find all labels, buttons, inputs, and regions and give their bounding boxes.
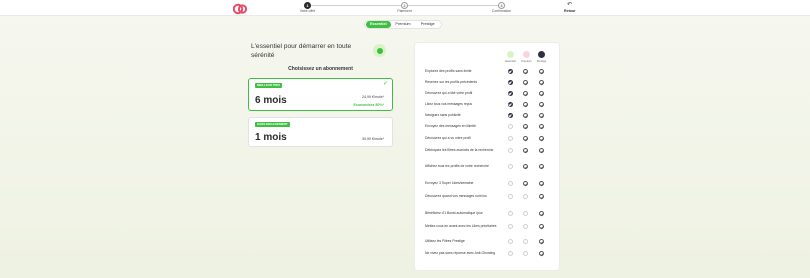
premium-unavailable-icon (523, 251, 528, 256)
plan-duration: 6 mois (255, 95, 287, 106)
plan-card-1-month[interactable]: SANS ENGAGEMENT 1 mois 39,99 €/mois* (248, 117, 393, 147)
essentiel-tier-icon (507, 51, 514, 58)
essentiel-check-icon (508, 69, 513, 74)
prestige-check-icon (539, 80, 544, 85)
prestige-check-icon (539, 124, 544, 129)
arrow-left-icon: ↶ (567, 2, 573, 8)
chat-bubble-icon (373, 44, 386, 57)
essentiel-unavailable-icon (508, 224, 513, 229)
feature-label: Envoyez 3 Super Likes/semaine (425, 181, 474, 185)
feature-label: Découvrez qui a liké votre profil (425, 91, 473, 95)
essentiel-unavailable-icon (508, 164, 513, 169)
premium-check-icon (523, 181, 528, 186)
prestige-tier-label: Prestige (536, 60, 547, 63)
premium-check-icon (523, 148, 528, 153)
plan-card-6-months[interactable]: MEILLEUR PRIX ✓ 6 mois 24,99 €/mois* Eco… (248, 78, 393, 111)
prestige-check-icon (539, 224, 544, 229)
essentiel-unavailable-icon (508, 239, 513, 244)
prestige-check-icon (539, 69, 544, 74)
tab-essentiel[interactable]: Essentiel (366, 21, 391, 28)
tab-premium[interactable]: Premium (391, 21, 416, 28)
step-connector (408, 5, 505, 6)
premium-tier-label: Premium (521, 60, 532, 63)
premium-unavailable-icon (523, 224, 528, 229)
prestige-check-icon (539, 194, 544, 199)
premium-tier-icon (523, 51, 530, 58)
prestige-check-icon (539, 251, 544, 256)
prestige-check-icon (539, 211, 544, 216)
brand-logo[interactable] (232, 2, 248, 15)
essentiel-unavailable-icon (508, 251, 513, 256)
step-2-indicator: 2 (401, 2, 408, 9)
feature-comparison-panel: Essentiel Premium Prestige Explorez des … (414, 42, 560, 271)
feature-label: Explorez des profils sans limite (425, 69, 472, 73)
feature-label: Naviguez sans publicité (425, 113, 461, 117)
feature-label: Utilisez les Filtres Prestige (425, 239, 465, 243)
plan-price: 39,99 €/mois* (362, 137, 384, 141)
prestige-check-icon (539, 136, 544, 141)
back-label: Retour (564, 9, 576, 13)
premium-check-icon (523, 113, 528, 118)
step-1-indicator: 1 (304, 2, 311, 9)
top-bar: 1 Votre offre 2 Paiement 3 Confirmation … (0, 0, 810, 16)
premium-unavailable-icon (523, 194, 528, 199)
plan-price: 24,99 €/mois* (362, 95, 384, 99)
checkout-steps: 1 Votre offre 2 Paiement 3 Confirmation (300, 2, 511, 14)
premium-unavailable-icon (523, 211, 528, 216)
prestige-check-icon (539, 102, 544, 107)
feature-label: Débloquez les filtres avancés de la rech… (425, 148, 494, 152)
prestige-check-icon (539, 91, 544, 96)
feature-label: Découvrez qui a vu votre profil (425, 136, 471, 140)
feature-label: Bénéficiez d'1 Boost automatique /jour (425, 211, 483, 215)
best-price-badge: MEILLEUR PRIX (255, 83, 283, 88)
essentiel-unavailable-icon (508, 211, 513, 216)
prestige-check-icon (539, 181, 544, 186)
essentiel-unavailable-icon (508, 136, 513, 141)
essentiel-tier-label: Essentiel (505, 60, 516, 63)
essentiel-unavailable-icon (508, 181, 513, 186)
step-3-label: Confirmation (491, 9, 512, 13)
prestige-check-icon (539, 113, 544, 118)
feature-label: Likez tous vos messages reçus (425, 102, 473, 106)
feature-label: Découvrez quand vos messages sont lus (425, 194, 487, 198)
plan-tabs: Essentiel Premium Prestige (364, 20, 442, 29)
essentiel-check-icon (508, 113, 513, 118)
premium-check-icon (523, 136, 528, 141)
premium-check-icon (523, 164, 528, 169)
checkmark-icon: ✓ (382, 81, 388, 87)
premium-check-icon (523, 80, 528, 85)
back-button[interactable]: ↶ Retour (563, 2, 577, 14)
essentiel-unavailable-icon (508, 194, 513, 199)
premium-check-icon (523, 69, 528, 74)
plan-savings: Economisez 50%* (353, 103, 384, 107)
step-connector (308, 5, 405, 6)
step-3-indicator: 3 (498, 2, 505, 9)
prestige-check-icon (539, 164, 544, 169)
essentiel-check-icon (508, 80, 513, 85)
step-1-label: Votre offre (299, 9, 316, 13)
feature-label: Revenez sur les profils précédents (425, 80, 478, 84)
premium-unavailable-icon (523, 239, 528, 244)
essentiel-unavailable-icon (508, 124, 513, 129)
tab-prestige[interactable]: Prestige (415, 21, 440, 28)
feature-label: Mettez-vous en avant avec les Likes prio… (425, 224, 497, 228)
premium-check-icon (523, 124, 528, 129)
step-2-label: Paiement (397, 9, 412, 13)
page-title: L'essentiel pour démarrer en toute sérén… (251, 43, 352, 59)
essentiel-check-icon (508, 91, 513, 96)
feature-label: Affichez tous les profils de votre reche… (425, 164, 489, 168)
essentiel-unavailable-icon (508, 148, 513, 153)
premium-check-icon (523, 102, 528, 107)
plan-duration: 1 mois (255, 132, 287, 143)
feature-label: Envoyez des messages en illimité (425, 124, 476, 128)
no-commitment-badge: SANS ENGAGEMENT (255, 122, 290, 127)
feature-label: Ne vivez pas sans réponse avec Anti-Ghos… (425, 251, 496, 255)
essentiel-check-icon (508, 102, 513, 107)
premium-check-icon (523, 91, 528, 96)
choose-subscription-title: Choisissez un abonnement (288, 66, 353, 72)
prestige-check-icon (539, 239, 544, 244)
prestige-tier-icon (538, 51, 545, 58)
prestige-check-icon (539, 148, 544, 153)
